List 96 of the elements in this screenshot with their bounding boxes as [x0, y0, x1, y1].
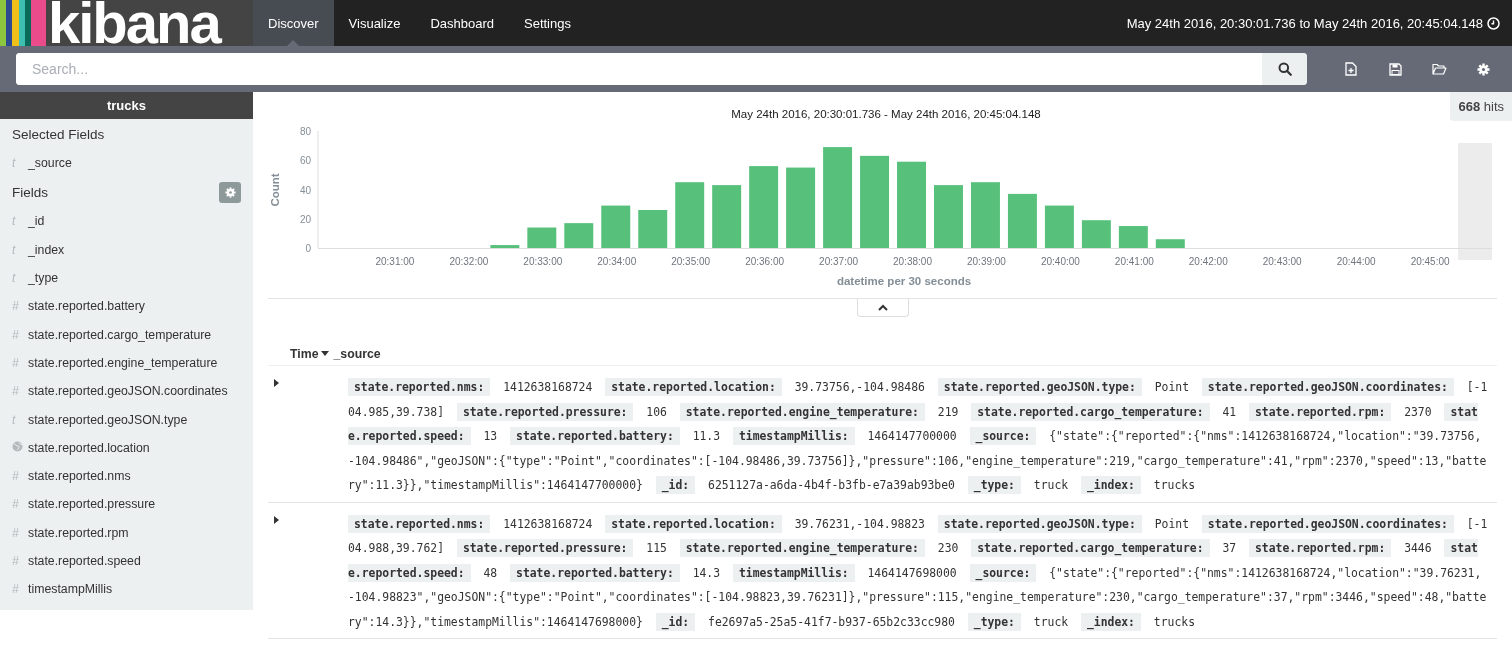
nav-tab[interactable]: Settings	[509, 0, 586, 46]
field-type-icon: #	[12, 497, 28, 512]
document-text: state.reported.nms: 1412638168724 state.reported.location: 39.73756,-104.98486 state.reported.geoJSON.type: Point state.reported.geoJSON.coordinates: [-104.985,39.738] state.reported.pressure: 106 state.reported.engine_temperature: 219 state.reported.cargo_temperature: 41 state.reported.rpm: 2370 state.reported.speed: 13 state.reported.battery: 11.3 timestampMillis: 1464147700000 _source: {"state":{"reported":{"nms":1412638168724,"location":"39.73756,-104.98486","geoJSON":{"type":"Point","coordinates":[-104.98486,39.73756]},"pressure":106,"engine_temperature":219,"cargo_temperature":41,"rpm":2370,"speed":13,"battery":11.3}},"timestampMillis":1464147700000} _id: 6251127a-a6da-4b4f-b3fb-e7a39ab93be0 _type: truck _index: trucks	[348, 377, 1488, 496]
chart-title: May 24th 2016, 20:30:01.736 - May 24th 2016, 20:45:04.148	[731, 108, 1041, 120]
x-tick-label: 20:34:00	[597, 256, 637, 267]
x-axis-title: datetime per 30 seconds	[836, 275, 972, 287]
x-tick-label: 20:43:00	[1262, 256, 1302, 267]
field-type-icon: #	[12, 355, 28, 370]
x-tick-label: 20:36:00	[745, 256, 785, 267]
collapse-chart-button[interactable]	[856, 299, 909, 317]
histogram-bar[interactable]	[564, 223, 594, 248]
field-settings-button[interactable]	[219, 181, 241, 203]
field-type-icon: #	[12, 299, 28, 314]
field-name[interactable]: state.reported.rpm	[28, 525, 129, 540]
field-type-icon: #	[12, 554, 28, 568]
x-tick-label: 20:44:00	[1336, 256, 1376, 267]
field-type-icon: #	[12, 582, 28, 597]
field-type-icon: #	[12, 384, 28, 399]
caret-right-icon	[274, 379, 279, 387]
chevron-up-icon	[877, 304, 888, 311]
field-name[interactable]: state.reported.location	[28, 440, 150, 455]
y-tick-label: 0	[305, 243, 311, 254]
field-type-icon: #	[12, 469, 28, 484]
folder-icon	[1431, 63, 1447, 75]
x-tick-label: 20:45:00	[1410, 256, 1450, 267]
section-title: Fields	[12, 184, 48, 200]
histogram-bar[interactable]	[1007, 193, 1037, 248]
field-name[interactable]: state.reported.geoJSON.type	[28, 412, 188, 427]
y-tick-label: 80	[299, 126, 311, 137]
x-tick-label: 20:33:00	[523, 256, 563, 267]
globe-icon	[12, 440, 23, 452]
document-text: state.reported.nms: 1412638168724 state.reported.location: 39.76231,-104.98823 state.reported.geoJSON.type: Point state.reported.geoJSON.coordinates: [-104.988,39.762] state.reported.pressure: 115 state.reported.engine_temperature: 230 state.reported.cargo_temperature: 37 state.reported.rpm: 3446 state.reported.speed: 48 state.reported.battery: 14.3 timestampMillis: 1464147698000 _source: {"state":{"reported":{"nms":1412638168724,"location":"39.76231,-104.98823","geoJSON":{"type":"Point","coordinates":[-104.98823,39.76231]},"pressure":115,"engine_temperature":230,"cargo_temperature":37,"rpm":3446,"speed":48,"battery":14.3}},"timestampMillis":1464147698000} _id: fe2697a5-25a5-41f7-b937-65b2c33cc980 _type: truck _index: trucks	[348, 513, 1488, 633]
settings-icon	[1476, 62, 1490, 76]
field-name[interactable]: state.reported.geoJSON.coordinates	[28, 384, 228, 399]
histogram-bar[interactable]	[860, 155, 890, 248]
field-type-icon: #	[12, 525, 28, 540]
field-name[interactable]: _source	[28, 156, 72, 171]
caret-right-icon	[274, 515, 279, 524]
histogram-bar[interactable]	[490, 245, 520, 248]
histogram-bar[interactable]	[823, 147, 853, 248]
field-name[interactable]: state.reported.battery	[28, 299, 145, 314]
x-tick-label: 20:41:00	[1114, 256, 1154, 267]
hits-count: 668	[1458, 99, 1481, 114]
nav-tab[interactable]: Visualize	[333, 0, 416, 46]
histogram-bar[interactable]	[1081, 220, 1111, 248]
search-icon	[1277, 62, 1292, 76]
x-tick-label: 20:31:00	[375, 256, 415, 267]
histogram-bar[interactable]	[527, 227, 557, 248]
nav-tab[interactable]: Dashboard	[415, 0, 509, 46]
column-header[interactable]: _source	[333, 346, 381, 361]
field-name[interactable]: state.reported.engine_temperature	[28, 355, 218, 370]
field-name[interactable]: _index	[28, 242, 65, 257]
field-name[interactable]: _type	[28, 271, 59, 286]
x-tick-label: 20:32:00	[449, 256, 489, 267]
x-tick-label: 20:37:00	[819, 256, 859, 267]
logo-stripes-icon	[0, 0, 46, 46]
x-tick-label: 20:39:00	[967, 256, 1006, 267]
histogram-bar[interactable]	[638, 210, 668, 248]
section-title: Selected Fields	[12, 126, 105, 142]
y-tick-label: 20	[299, 213, 311, 225]
kibana-logo[interactable]: kibana	[0, 0, 253, 46]
field-name[interactable]: _id	[28, 214, 45, 229]
histogram-bar[interactable]	[971, 182, 1000, 248]
x-tick-label: 20:38:00	[893, 256, 932, 267]
histogram-bar[interactable]	[712, 185, 742, 248]
settings-icon	[224, 186, 236, 198]
index-pattern-title[interactable]: trucks	[0, 92, 253, 119]
nav-tab[interactable]: Discover	[253, 0, 334, 46]
x-tick-label: 20:35:00	[671, 256, 711, 267]
histogram-bar[interactable]	[786, 167, 816, 248]
histogram-bar[interactable]	[675, 182, 705, 248]
time-range[interactable]: May 24th 2016, 20:30:01.736 to May 24th 2016, 20:45:04.148	[1126, 15, 1483, 31]
field-name[interactable]: state.reported.nms	[28, 469, 131, 484]
field-name[interactable]: state.reported.speed	[28, 554, 141, 568]
y-tick-label: 40	[299, 184, 311, 196]
new-document-icon	[1345, 62, 1357, 76]
field-name[interactable]: timestampMillis	[28, 582, 113, 597]
sort-caret-icon[interactable]	[321, 351, 330, 356]
histogram-bar[interactable]	[601, 205, 631, 248]
y-tick-label: 60	[299, 155, 311, 167]
column-header[interactable]: Time	[290, 346, 319, 361]
clock-icon[interactable]	[1487, 16, 1500, 30]
hits-label: hits	[1483, 99, 1504, 114]
histogram-bar[interactable]	[1044, 205, 1074, 248]
x-tick-label: 20:40:00	[1040, 256, 1080, 267]
y-axis-title: Count	[269, 173, 281, 207]
histogram-bar[interactable]	[1118, 226, 1148, 248]
save-icon	[1388, 62, 1402, 76]
field-type-icon: #	[12, 327, 28, 342]
histogram-bar[interactable]	[749, 166, 779, 248]
field-name[interactable]: state.reported.pressure	[28, 497, 156, 512]
x-tick-label: 20:42:00	[1188, 256, 1228, 267]
logo-text: kibana	[47, 0, 220, 46]
histogram-bar[interactable]	[1155, 239, 1185, 248]
field-name[interactable]: state.reported.cargo_temperature	[28, 327, 212, 342]
search-button[interactable]	[1262, 53, 1307, 85]
